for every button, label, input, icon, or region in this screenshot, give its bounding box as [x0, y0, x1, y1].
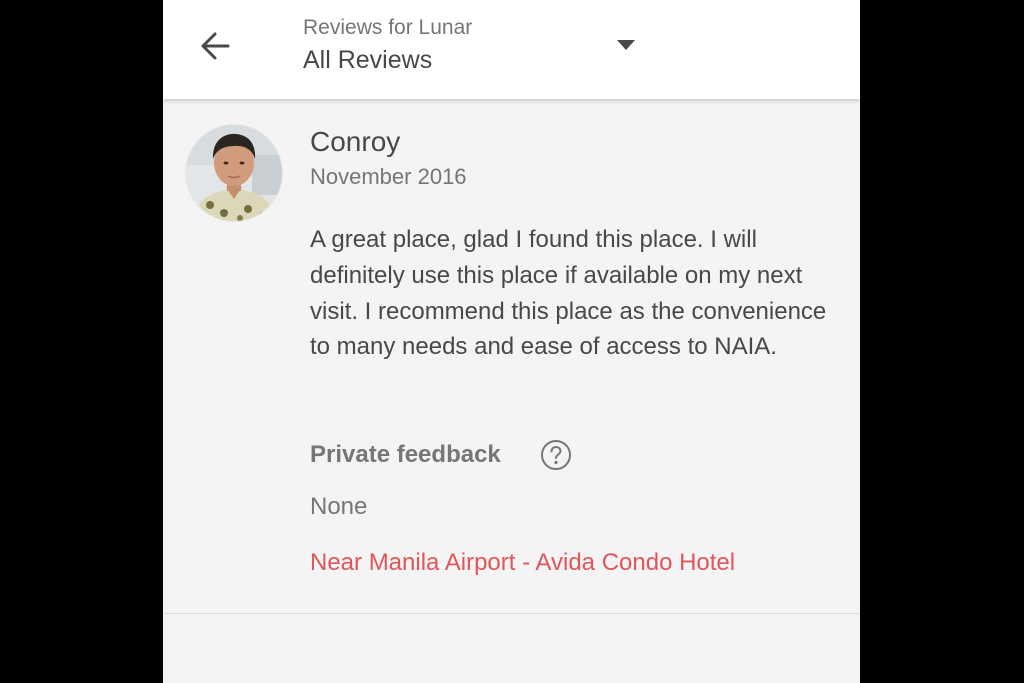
arrow-left-icon	[201, 32, 230, 60]
review-date: November 2016	[310, 164, 467, 189]
reviews-filter-dropdown[interactable]	[609, 28, 643, 62]
question-circle-icon[interactable]	[540, 439, 572, 471]
review-item: Conroy November 2016 A great place, glad…	[163, 99, 860, 614]
header-subtitle: Reviews for Lunar	[303, 16, 473, 39]
header-title[interactable]: All Reviews	[303, 46, 432, 75]
back-button[interactable]	[193, 24, 237, 68]
app-screen: Reviews for Lunar All Reviews Conroy Nov…	[163, 0, 860, 683]
review-text: A great place, glad I found this place. …	[310, 226, 827, 361]
listing-link[interactable]: Near Manila Airport - Avida Condo Hotel	[310, 549, 735, 577]
app-header: Reviews for Lunar All Reviews	[163, 0, 860, 99]
caret-down-icon	[617, 40, 635, 50]
reviewer-name: Conroy	[310, 126, 401, 157]
private-feedback-label: Private feedback	[310, 441, 501, 468]
private-feedback-value: None	[310, 493, 368, 520]
reviewer-photo	[186, 125, 282, 221]
avatar[interactable]	[186, 125, 282, 221]
